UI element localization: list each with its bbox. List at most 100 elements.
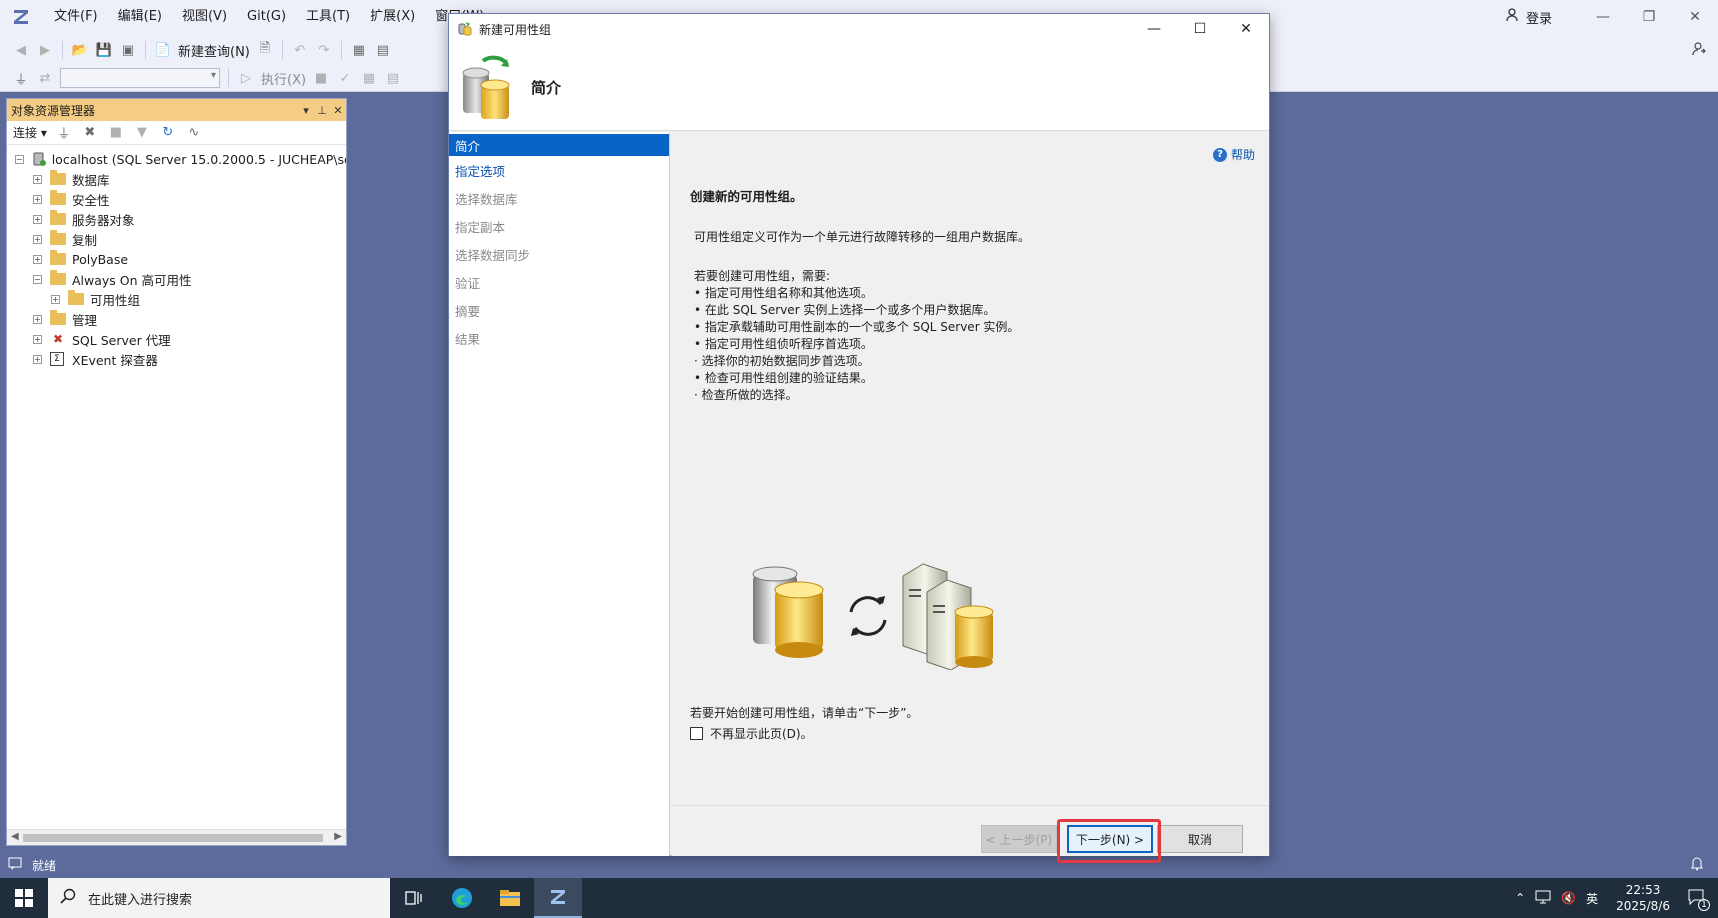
edge-app[interactable] xyxy=(438,878,486,918)
expand-icon[interactable]: + xyxy=(51,294,60,304)
execute-icon[interactable]: ▷ xyxy=(237,69,255,87)
horizontal-scrollbar[interactable]: ◀ ▶ xyxy=(7,829,346,845)
volume-muted-icon[interactable]: 🔇 xyxy=(1561,891,1576,905)
login-button[interactable]: 登录 xyxy=(1506,8,1552,27)
tree-node-databases[interactable]: + 数据库 xyxy=(7,169,346,189)
task-view-button[interactable] xyxy=(390,878,438,918)
expand-icon[interactable]: + xyxy=(33,214,42,224)
filter-icon[interactable]: ▼ xyxy=(133,124,151,142)
collapse-icon[interactable]: − xyxy=(33,274,42,284)
menu-extensions[interactable]: 扩展(X) xyxy=(360,0,425,34)
panel-close-icon[interactable]: ✕ xyxy=(330,104,346,117)
refresh-icon[interactable]: ↻ xyxy=(159,124,177,142)
change-connection-icon[interactable]: ⇄ xyxy=(36,69,54,87)
available-databases-dropdown[interactable] xyxy=(60,68,220,88)
start-hint: 若要开始创建可用性组，请单击“下一步”。 xyxy=(690,706,919,720)
redo-icon[interactable]: ↷ xyxy=(315,41,333,59)
connect-plug-icon[interactable]: ⏚ xyxy=(55,124,73,142)
expand-icon[interactable]: + xyxy=(33,334,42,344)
undo-icon[interactable]: ↶ xyxy=(291,41,309,59)
tree-node-polybase[interactable]: + PolyBase xyxy=(7,249,346,269)
file-explorer-app[interactable] xyxy=(486,878,534,918)
new-query-button[interactable]: 新建查询(N) xyxy=(178,41,250,60)
window-position-icon[interactable]: ▾ xyxy=(298,104,314,117)
dialog-titlebar: 新建可用性组 — ☐ ✕ xyxy=(449,14,1269,44)
cancel-button[interactable]: 取消 xyxy=(1157,825,1243,853)
forward-icon[interactable]: ▶ xyxy=(36,41,54,59)
login-label: 登录 xyxy=(1525,11,1552,27)
collapse-icon[interactable]: − xyxy=(15,154,24,164)
menu-tools[interactable]: 工具(T) xyxy=(296,0,360,34)
tree-node-always-on[interactable]: − Always On 高可用性 xyxy=(7,269,346,289)
scrollbar-thumb[interactable] xyxy=(23,834,323,842)
checkbox-box[interactable] xyxy=(690,727,703,740)
close-button[interactable]: ✕ xyxy=(1672,0,1718,34)
tree-label: PolyBase xyxy=(72,251,129,267)
tree-node-xevent[interactable]: + Σ XEvent 探查器 xyxy=(7,349,346,369)
dialog-maximize-button[interactable]: ☐ xyxy=(1177,14,1223,44)
expand-icon[interactable]: + xyxy=(33,354,42,364)
back-icon[interactable]: ◀ xyxy=(12,41,30,59)
step-specify-options[interactable]: 指定选项 xyxy=(449,156,669,184)
tree-node-server-objects[interactable]: + 服务器对象 xyxy=(7,209,346,229)
chevron-up-icon[interactable]: ⌃ xyxy=(1515,891,1525,905)
pin-icon[interactable]: ⊥ xyxy=(314,104,330,117)
results-text-icon[interactable]: ▤ xyxy=(384,69,402,87)
tree-node-security[interactable]: + 安全性 xyxy=(7,189,346,209)
step-specify-replicas: 指定副本 xyxy=(455,219,506,235)
scroll-left-icon[interactable]: ◀ xyxy=(11,831,19,842)
activity-monitor-icon[interactable]: ▦ xyxy=(350,41,368,59)
scroll-right-icon[interactable]: ▶ xyxy=(334,831,342,842)
taskbar-search-box[interactable]: 在此键入进行搜索 xyxy=(48,878,390,918)
ime-indicator[interactable]: 英 xyxy=(1586,890,1598,907)
network-icon[interactable] xyxy=(1535,890,1551,907)
stop-icon[interactable]: ■ xyxy=(107,124,125,142)
save-all-icon[interactable]: ▣ xyxy=(119,41,137,59)
step-introduction[interactable]: 简介 xyxy=(449,134,669,156)
menu-view[interactable]: 视图(V) xyxy=(172,0,237,34)
live-share-icon[interactable] xyxy=(1690,40,1708,58)
back-button[interactable]: < 上一步(P) xyxy=(981,825,1057,853)
disconnect-icon[interactable]: ✖ xyxy=(81,124,99,142)
activity-monitor-icon[interactable]: ∿ xyxy=(185,124,203,142)
folder-icon xyxy=(50,310,66,325)
expand-icon[interactable]: + xyxy=(33,234,42,244)
expand-icon[interactable]: + xyxy=(33,254,42,264)
restore-button[interactable]: ❐ xyxy=(1626,0,1672,34)
requirement-item: • 指定可用性组侦听程序首选项。 xyxy=(694,337,873,351)
expand-icon[interactable]: + xyxy=(33,314,42,324)
parse-icon[interactable]: ✓ xyxy=(336,69,354,87)
action-center-icon[interactable]: 1 xyxy=(1688,889,1710,911)
database-query-icon[interactable]: 🗎 xyxy=(256,41,274,59)
dialog-minimize-button[interactable]: — xyxy=(1131,14,1177,44)
tree-node-availability-groups[interactable]: + 可用性组 xyxy=(7,289,346,309)
connect-dropdown[interactable]: 连接 ▾ xyxy=(13,124,47,141)
stop-icon[interactable]: ■ xyxy=(312,69,330,87)
clock[interactable]: 22:53 2025/8/6 xyxy=(1616,882,1670,914)
dont-show-checkbox[interactable]: 不再显示此页(D)。 xyxy=(690,725,813,742)
execute-button[interactable]: 执行(X) xyxy=(261,69,306,88)
menu-edit[interactable]: 编辑(E) xyxy=(108,0,172,34)
server-label: localhost (SQL Server 15.0.2000.5 - JUCH… xyxy=(51,151,346,167)
start-button[interactable] xyxy=(0,878,48,918)
help-link[interactable]: ? 帮助 xyxy=(1212,146,1255,163)
menu-git[interactable]: Git(G) xyxy=(237,0,296,34)
ssms-app[interactable] xyxy=(534,878,582,918)
dialog-close-button[interactable]: ✕ xyxy=(1223,14,1269,44)
tree-node-management[interactable]: + 管理 xyxy=(7,309,346,329)
new-query-icon[interactable]: 📄 xyxy=(154,41,172,59)
open-file-icon[interactable]: 📂 xyxy=(71,41,89,59)
expand-icon[interactable]: + xyxy=(33,174,42,184)
tree-label: 可用性组 xyxy=(90,292,141,308)
menu-file[interactable]: 文件(F) xyxy=(44,0,108,34)
minimize-button[interactable]: — xyxy=(1580,0,1626,34)
connect-icon[interactable]: ⏚ xyxy=(12,69,30,88)
tree-node-sql-agent[interactable]: + ✖ SQL Server 代理 xyxy=(7,329,346,349)
results-grid-icon[interactable]: ▦ xyxy=(360,69,378,87)
tree-node-replication[interactable]: + 复制 xyxy=(7,229,346,249)
expand-icon[interactable]: + xyxy=(33,194,42,204)
save-icon[interactable]: 💾 xyxy=(95,41,113,59)
template-explorer-icon[interactable]: ▤ xyxy=(374,41,392,59)
tree-node-server[interactable]: − localhost (SQL Server 15.0.2000.5 - JU… xyxy=(7,149,346,169)
notification-bell-icon[interactable] xyxy=(1690,857,1704,874)
